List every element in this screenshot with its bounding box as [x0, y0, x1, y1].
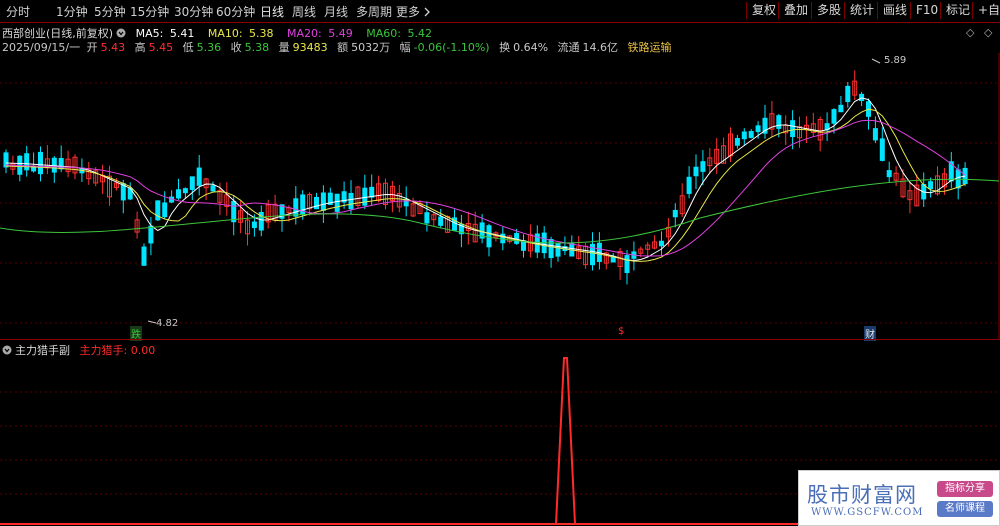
- candle-body: [886, 170, 892, 178]
- tab-multi-period[interactable]: 多周期: [356, 3, 392, 20]
- low-price-label: 4.82: [156, 318, 179, 329]
- quote-line: 2025/09/15/一 开 5.43 高 5.45 低 5.36 收 5.38 量 93…: [2, 39, 675, 54]
- candle-body: [748, 131, 754, 138]
- candle-body: [734, 138, 740, 146]
- chevron-right-icon: [424, 7, 430, 17]
- watermark-title: 股市财富网: [807, 483, 917, 507]
- tab-more[interactable]: 更多: [396, 3, 431, 20]
- watermark-tag-share: 指标分享: [937, 481, 993, 497]
- candle-body: [51, 157, 57, 173]
- candle-body: [348, 192, 354, 210]
- candle-body: [189, 176, 195, 190]
- candle-body: [438, 216, 444, 226]
- candle-body: [231, 200, 237, 223]
- candle-body: [320, 192, 326, 211]
- candle-body: [790, 120, 796, 138]
- candle-body: [148, 225, 154, 244]
- tab-weekly[interactable]: 周线: [292, 3, 316, 20]
- marker-s[interactable]: $: [618, 326, 624, 337]
- candle-body: [838, 104, 844, 113]
- diamond-icon[interactable]: ◇: [966, 26, 974, 39]
- tab-daily[interactable]: 日线: [260, 3, 284, 20]
- multi-stock-button[interactable]: 多股: [811, 2, 846, 19]
- candle-body: [755, 125, 761, 133]
- candle-body: [741, 131, 747, 140]
- settings-circle-icon[interactable]: [116, 28, 126, 38]
- candle-body: [672, 209, 678, 218]
- high-price-label: 5.89: [884, 55, 907, 66]
- candle-body: [776, 115, 782, 129]
- tab-monthly[interactable]: 月线: [324, 3, 348, 20]
- stock-info-line: 西部创业(日线,前复权) MA5: 5.41 MA10: 5.38 MA20: …: [2, 25, 438, 40]
- candle-body: [176, 189, 181, 199]
- tab-30min[interactable]: 30分钟: [174, 3, 213, 20]
- candle-body: [141, 246, 147, 266]
- annotations: [147, 58, 881, 324]
- candle-body: [928, 181, 934, 190]
- candle-body: [210, 185, 216, 192]
- tab-1min[interactable]: 1分钟: [56, 3, 88, 20]
- watermark-tag-course: 名师课程: [937, 501, 993, 517]
- candle-body: [424, 212, 430, 224]
- candle-body: [334, 193, 340, 212]
- fuquan-button[interactable]: 复权: [746, 2, 781, 19]
- tab-5min[interactable]: 5分钟: [94, 3, 126, 20]
- candlesticks: [3, 70, 968, 285]
- candle-body: [24, 153, 30, 171]
- candle-body: [831, 109, 837, 124]
- candle-body: [879, 138, 885, 161]
- candle-body: [693, 166, 699, 177]
- kline-chart[interactable]: [0, 53, 1000, 339]
- candle-body: [659, 240, 664, 247]
- period-toolbar: 分时 1分钟 5分钟 15分钟 30分钟 60分钟 日线 周线 月线 多周期 更…: [0, 0, 1000, 23]
- candle-body: [686, 176, 692, 194]
- candle-body: [251, 221, 257, 228]
- tab-15min[interactable]: 15分钟: [130, 3, 169, 20]
- watermark-url: WWW.GSCFW.COM: [811, 507, 924, 518]
- candle-body: [872, 128, 878, 141]
- high-leader: [871, 58, 881, 64]
- candle-body: [314, 196, 319, 210]
- candle-body: [845, 85, 851, 103]
- candle-body: [624, 255, 630, 274]
- watermark: 股市财富网 WWW.GSCFW.COM 指标分享 名师课程: [798, 470, 1000, 526]
- candle-body: [486, 225, 492, 248]
- add-watchlist-button[interactable]: +自选: [972, 2, 1000, 19]
- tab-more-label: 更多: [396, 5, 421, 19]
- candle-body: [182, 188, 188, 194]
- candle-body: [514, 232, 520, 244]
- f10-button[interactable]: F10: [910, 2, 943, 19]
- candle-body: [700, 161, 706, 172]
- candle-body: [369, 186, 375, 198]
- statistics-button[interactable]: 统计: [844, 2, 879, 19]
- overlay-button[interactable]: 叠加: [778, 2, 813, 19]
- candle-body: [293, 198, 299, 217]
- draw-line-button[interactable]: 画线: [877, 2, 912, 19]
- candle-body: [162, 202, 168, 218]
- tab-minute[interactable]: 分时: [6, 3, 30, 20]
- tab-60min[interactable]: 60分钟: [216, 3, 255, 20]
- candle-body: [196, 167, 202, 186]
- dropdown-arrow-icon[interactable]: ◇: [984, 26, 992, 39]
- candle-body: [548, 239, 554, 259]
- mark-button[interactable]: 标记: [940, 2, 975, 19]
- candle-body: [38, 151, 43, 175]
